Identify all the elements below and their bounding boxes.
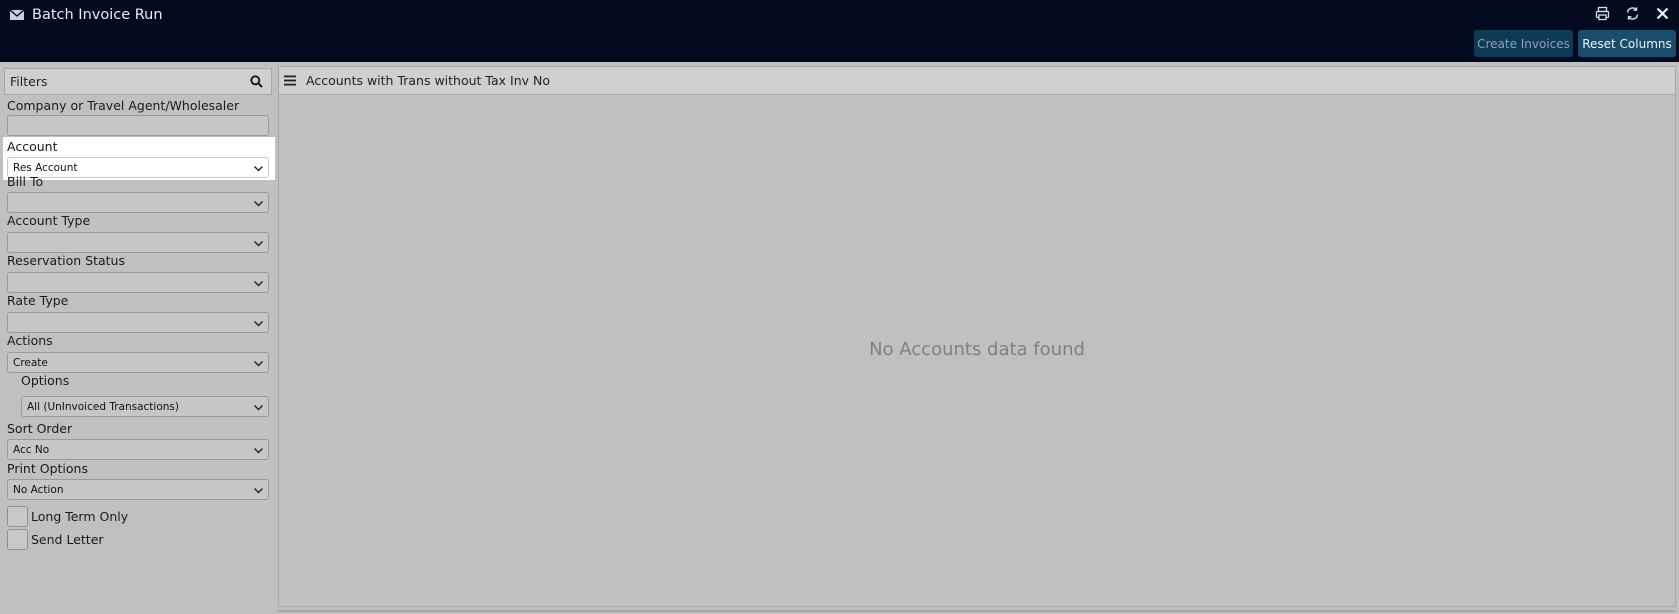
options-select[interactable]: All (UnInvoiced Transactions)	[21, 396, 269, 417]
account-highlight: Account Res Account	[3, 137, 275, 180]
search-icon[interactable]	[250, 75, 263, 88]
grid-title: Accounts with Trans without Tax Inv No	[306, 73, 550, 88]
reservation-status-label: Reservation Status	[7, 253, 125, 268]
rate-type-select[interactable]	[7, 312, 269, 333]
window-title-text: Batch Invoice Run	[32, 7, 163, 23]
print-icon[interactable]	[1593, 4, 1611, 22]
account-label: Account	[7, 139, 58, 154]
filters-title: Filters	[10, 74, 48, 89]
long-term-only-checkbox[interactable]	[7, 506, 28, 527]
send-letter-checkbox-row[interactable]: Send Letter	[7, 529, 104, 550]
sort-order-value: Acc No	[13, 443, 50, 456]
account-type-label: Account Type	[7, 213, 91, 228]
account-select[interactable]: Res Account	[7, 157, 269, 178]
long-term-only-label: Long Term Only	[31, 509, 129, 524]
long-term-only-checkbox-row[interactable]: Long Term Only	[7, 506, 128, 527]
chevron-down-icon	[254, 201, 263, 207]
rate-type-label: Rate Type	[7, 293, 69, 308]
filters-panel: Filters Company or Travel Agent/Wholesal…	[0, 62, 278, 614]
close-icon[interactable]	[1653, 4, 1671, 22]
sort-order-label: Sort Order	[7, 421, 73, 436]
send-letter-checkbox[interactable]	[7, 529, 28, 550]
bill-to-select[interactable]	[7, 192, 269, 213]
send-letter-label: Send Letter	[31, 532, 104, 547]
chevron-down-icon	[254, 361, 263, 367]
bill-to-label: Bill To	[7, 174, 44, 189]
grid-bottom-divider	[278, 610, 1676, 612]
reservation-status-select[interactable]	[7, 272, 269, 293]
chevron-down-icon	[254, 166, 263, 172]
account-type-select[interactable]	[7, 232, 269, 253]
print-options-value: No Action	[13, 483, 64, 496]
chevron-down-icon	[254, 281, 263, 287]
options-label: Options	[21, 373, 70, 388]
grid-header: Accounts with Trans without Tax Inv No	[279, 67, 1675, 95]
chevron-down-icon	[254, 448, 263, 454]
reset-columns-button[interactable]: Reset Columns	[1578, 30, 1676, 57]
window-title: Batch Invoice Run	[10, 5, 163, 25]
company-field[interactable]	[7, 115, 269, 136]
chevron-down-icon	[254, 405, 263, 411]
print-options-select[interactable]: No Action	[7, 479, 269, 500]
create-invoices-button[interactable]: Create Invoices	[1474, 30, 1573, 57]
actions-value: Create	[13, 356, 48, 369]
accounts-grid: Accounts with Trans without Tax Inv No N…	[278, 66, 1676, 607]
sort-order-select[interactable]: Acc No	[7, 439, 269, 460]
print-options-label: Print Options	[7, 461, 88, 476]
refresh-icon[interactable]	[1623, 4, 1641, 22]
filters-header: Filters	[4, 68, 272, 95]
chevron-down-icon	[254, 321, 263, 327]
actions-label: Actions	[7, 333, 53, 348]
actions-select[interactable]: Create	[7, 352, 269, 373]
company-label: Company or Travel Agent/Wholesaler	[7, 98, 240, 113]
title-bar: Batch Invoice Run Create Invoices Reset …	[0, 0, 1679, 62]
mail-icon	[10, 10, 24, 20]
empty-state-message: No Accounts data found	[869, 339, 1085, 360]
account-value: Res Account	[13, 161, 78, 174]
hamburger-menu-icon[interactable]	[284, 75, 296, 86]
chevron-down-icon	[254, 488, 263, 494]
chevron-down-icon	[254, 241, 263, 247]
options-value: All (UnInvoiced Transactions)	[27, 400, 179, 413]
